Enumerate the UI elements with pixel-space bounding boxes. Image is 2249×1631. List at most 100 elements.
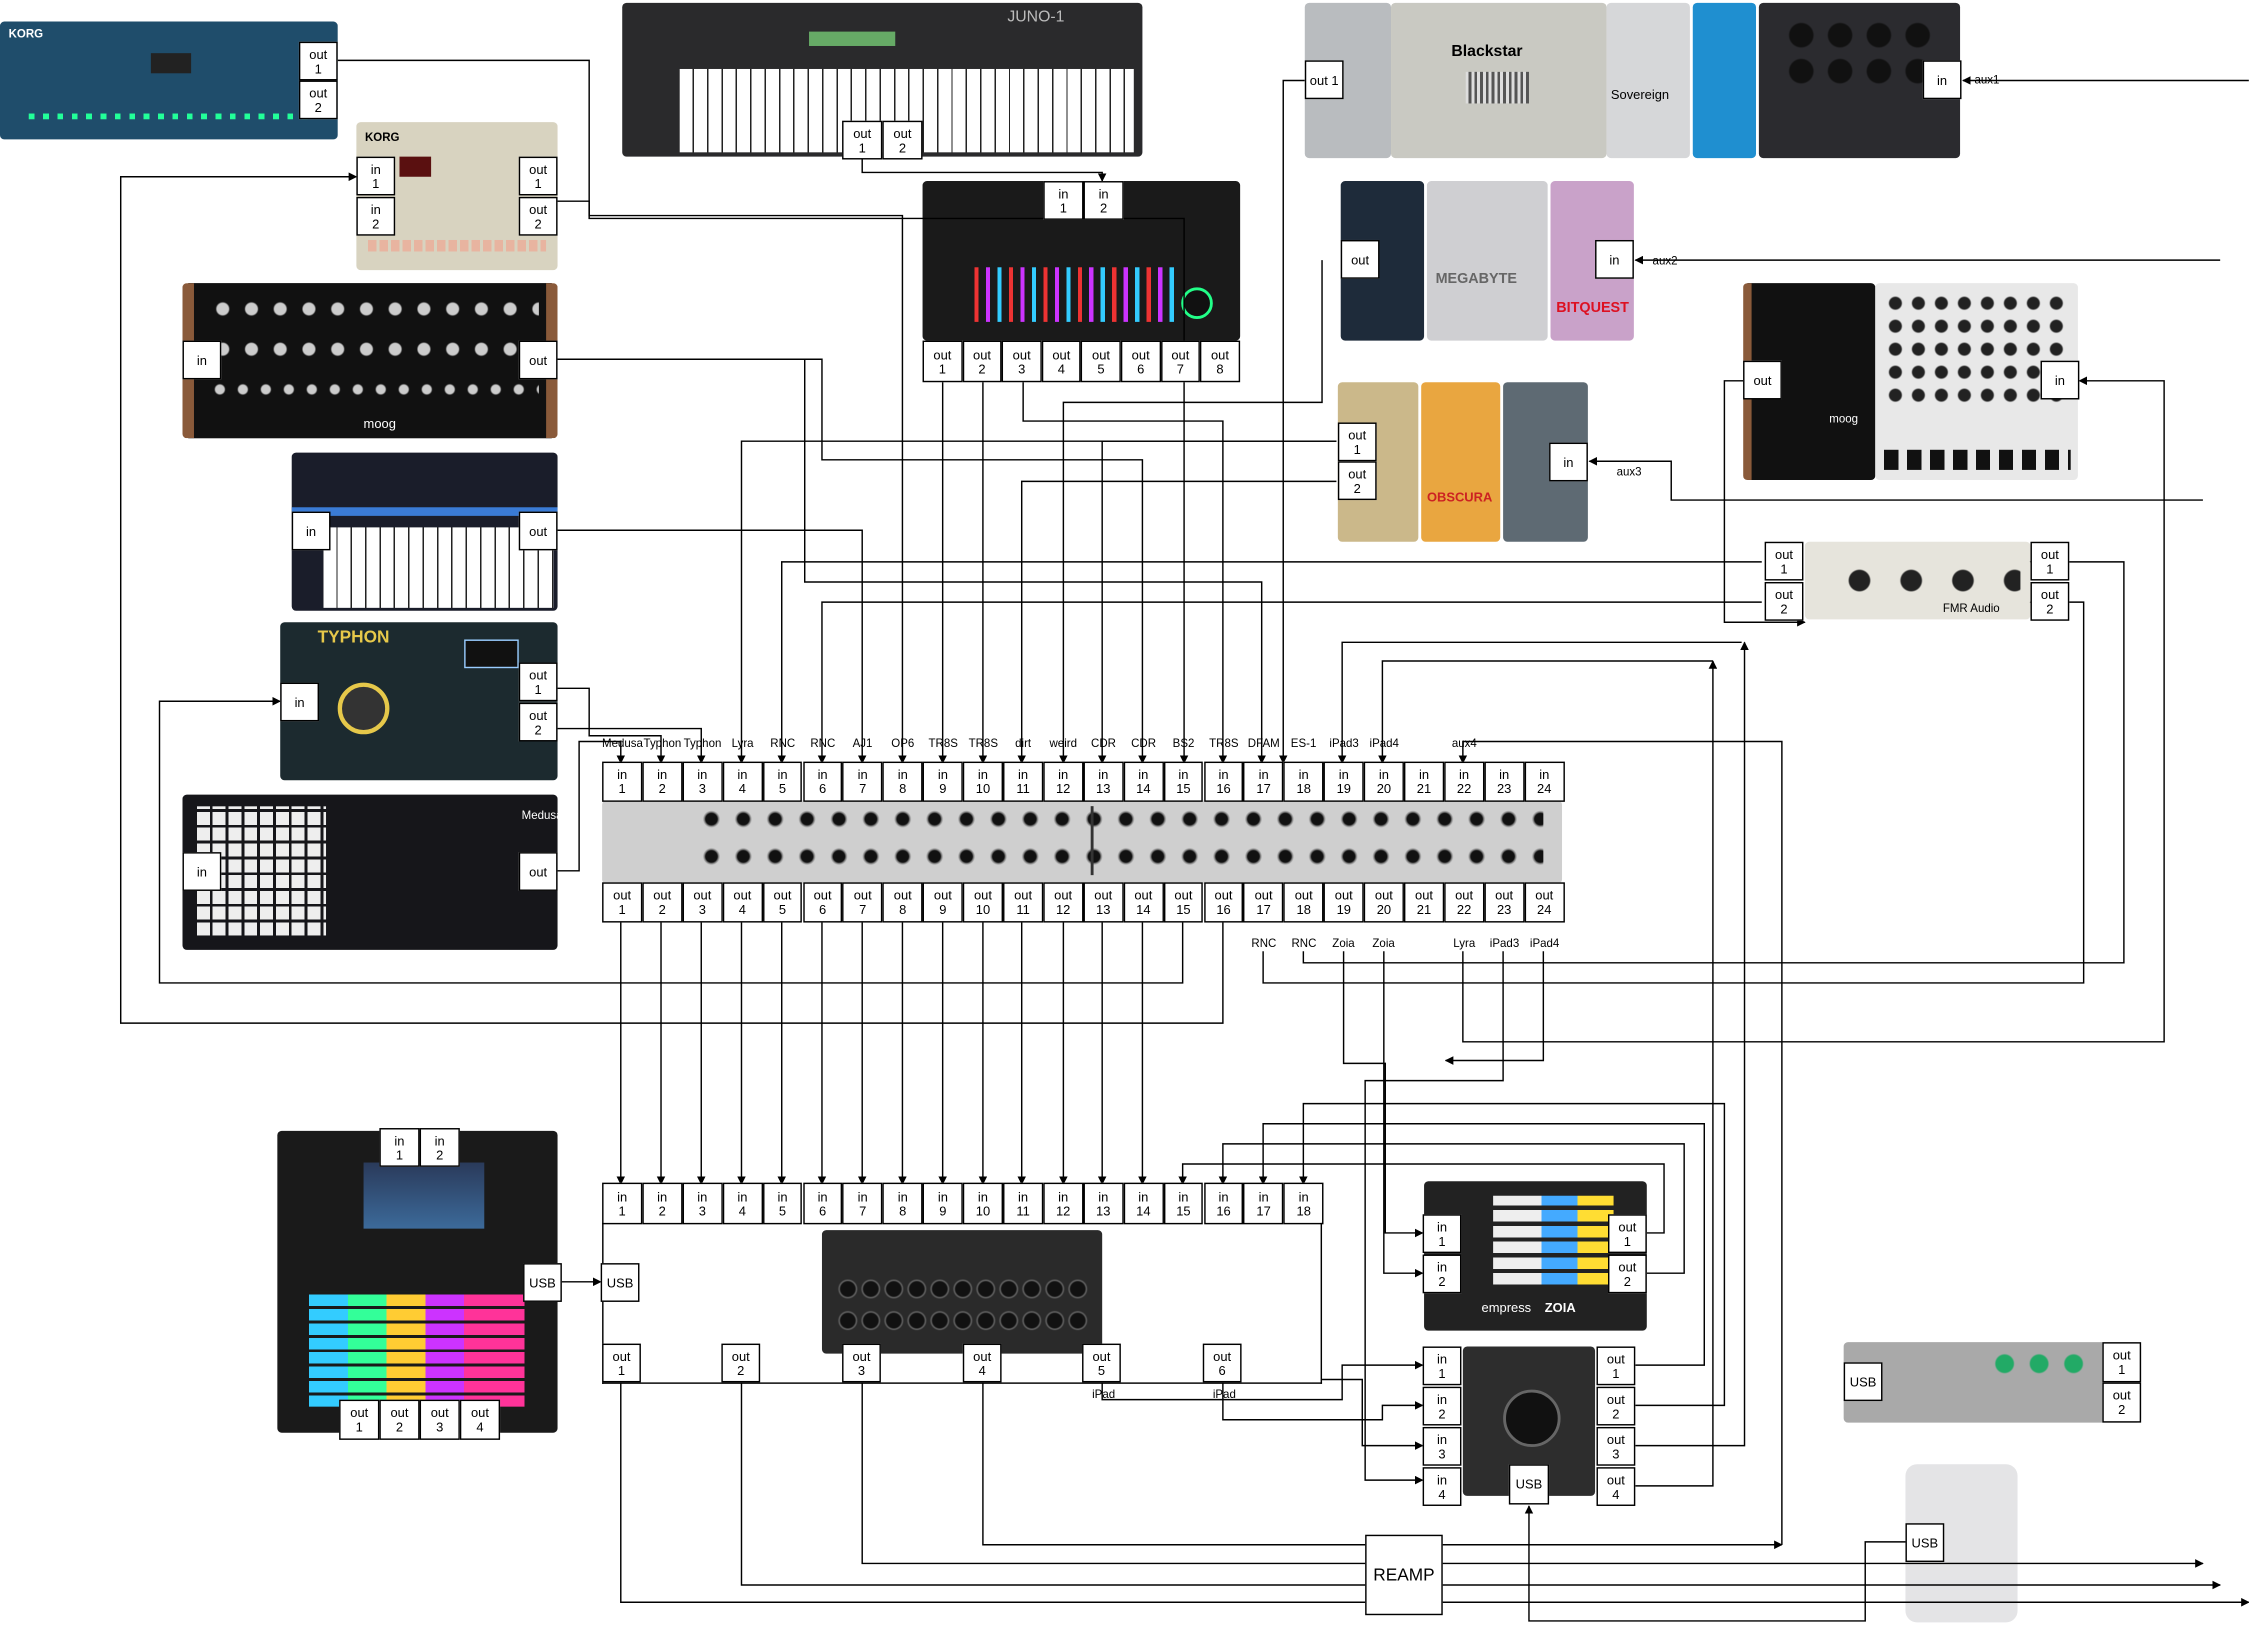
bs2-in[interactable]: in [291,511,331,551]
mixer-in-13[interactable]: in 13 [1083,1182,1124,1225]
patchbay-out-6[interactable]: out 6 [802,882,843,923]
boss-out1[interactable]: out 1 [1304,60,1344,100]
patchbay-out-1[interactable]: out 1 [602,882,643,923]
patchbay-in-3[interactable]: in 3 [682,761,723,802]
medusa-in[interactable]: in [182,852,222,891]
mixer-out6[interactable]: out 6 [1202,1343,1242,1383]
mixer-out4[interactable]: out 4 [962,1343,1002,1383]
op1-usb[interactable]: USB [1843,1362,1883,1402]
tr8s-out-4[interactable]: out 4 [1041,340,1082,383]
patchbay-in-11[interactable]: in 11 [1003,761,1044,802]
mixer-in-5[interactable]: in 5 [762,1182,803,1225]
patchbay-in-24[interactable]: in 24 [1524,761,1565,802]
mixer-in-11[interactable]: in 11 [1003,1182,1044,1225]
patchbay-out-13[interactable]: out 13 [1083,882,1124,923]
patchbay-in-5[interactable]: in 5 [762,761,803,802]
rnc-out1-right[interactable]: out 1 [2030,541,2070,581]
tr8s-out-8[interactable]: out 8 [1200,340,1240,383]
volca-out1[interactable]: out 1 [518,156,558,196]
patchbay-in-10[interactable]: in 10 [962,761,1004,802]
push-in1[interactable]: in 1 [379,1128,420,1167]
patchbay-in-9[interactable]: in 9 [922,761,963,802]
patchbay-out-3[interactable]: out 3 [682,882,723,923]
rnc-out2-right[interactable]: out 2 [2030,581,2070,621]
patchbay-out-21[interactable]: out 21 [1403,882,1445,923]
patchbay-out-23[interactable]: out 23 [1484,882,1525,923]
patchbay-out-9[interactable]: out 9 [922,882,963,923]
zoia-in1[interactable]: in 1 [1422,1214,1462,1254]
patchbay-out-24[interactable]: out 24 [1524,882,1565,923]
ka6-in2[interactable]: in 2 [1422,1386,1462,1426]
mixer-in-16[interactable]: in 16 [1203,1182,1244,1225]
tr8s-in1[interactable]: in 1 [1043,181,1084,220]
tr8s-out-3[interactable]: out 3 [1001,340,1042,383]
zoia-out1[interactable]: out 1 [1608,1214,1647,1254]
mixer-in-17[interactable]: in 17 [1243,1182,1284,1225]
patchbay-out-22[interactable]: out 22 [1444,882,1485,923]
ka6-out2[interactable]: out 2 [1596,1386,1636,1426]
lyra-out2[interactable]: out 2 [1337,461,1377,501]
lyra8-in[interactable]: in [2040,360,2080,400]
ka6-in3[interactable]: in 3 [1422,1426,1462,1466]
op1-out2[interactable]: out 2 [2102,1382,2142,1423]
patchbay-in-2[interactable]: in 2 [642,761,683,802]
patchbay-out-12[interactable]: out 12 [1043,882,1084,923]
patchbay-in-14[interactable]: in 14 [1123,761,1164,802]
tr8s-out-7[interactable]: out 7 [1160,340,1201,383]
patchbay-out-4[interactable]: out 4 [722,882,763,923]
patchbay-out-5[interactable]: out 5 [762,882,803,923]
patchbay-in-13[interactable]: in 13 [1083,761,1124,802]
push-out2[interactable]: out 2 [379,1399,420,1440]
julianna-in[interactable]: in [1549,442,1588,482]
mixer-in-7[interactable]: in 7 [842,1182,883,1225]
ipad-usb[interactable]: USB [1905,1523,1945,1563]
juno-out2[interactable]: out 2 [882,120,923,160]
mixer-out5[interactable]: out 5 [1082,1343,1121,1383]
patchbay-out-10[interactable]: out 10 [962,882,1004,923]
patchbay-out-11[interactable]: out 11 [1003,882,1044,923]
patchbay-in-15[interactable]: in 15 [1163,761,1204,802]
dfam-in[interactable]: in [182,340,222,380]
darkstar-out[interactable]: out [1340,239,1380,279]
volca-out2[interactable]: out 2 [518,196,558,236]
patchbay-out-7[interactable]: out 7 [842,882,883,923]
mixer-in-1[interactable]: in 1 [602,1182,643,1225]
patchbay-out-8[interactable]: out 8 [882,882,923,923]
lyra-out1[interactable]: out 1 [1337,422,1377,462]
ka6-usb[interactable]: USB [1508,1464,1550,1505]
mixer-in-6[interactable]: in 6 [802,1182,843,1225]
patchbay-out-2[interactable]: out 2 [642,882,683,923]
ka6-out4[interactable]: out 4 [1596,1467,1636,1506]
tr8s-out-5[interactable]: out 5 [1081,340,1121,383]
tr8s-in2[interactable]: in 2 [1083,181,1124,220]
patchbay-out-19[interactable]: out 19 [1323,882,1364,923]
typhon-out1[interactable]: out 1 [518,662,558,702]
tr8s-out-2[interactable]: out 2 [962,340,1002,383]
opsix-out2[interactable]: out 2 [298,80,338,120]
mixer-in-2[interactable]: in 2 [642,1182,683,1225]
ka6-out1[interactable]: out 1 [1596,1346,1636,1386]
juno-out1[interactable]: out 1 [842,120,883,160]
patchbay-in-20[interactable]: in 20 [1363,761,1404,802]
typhon-in[interactable]: in [280,682,320,722]
mixer-out3[interactable]: out 3 [842,1343,881,1383]
mountain-in[interactable]: in [1922,60,1962,100]
patchbay-in-19[interactable]: in 19 [1323,761,1364,802]
opsix-out1[interactable]: out 1 [298,41,338,81]
patchbay-in-12[interactable]: in 12 [1043,761,1084,802]
volca-in1[interactable]: in 1 [356,156,396,196]
patchbay-out-20[interactable]: out 20 [1363,882,1404,923]
push-out1[interactable]: out 1 [339,1399,380,1440]
patchbay-in-1[interactable]: in 1 [602,761,643,802]
mixer-usb[interactable]: USB [600,1263,640,1302]
medusa-out[interactable]: out [518,852,558,891]
mixer-in-12[interactable]: in 12 [1043,1182,1084,1225]
mixer-in-8[interactable]: in 8 [882,1182,923,1225]
patchbay-in-21[interactable]: in 21 [1403,761,1445,802]
mixer-out2[interactable]: out 2 [721,1343,761,1383]
rnc-out1-left[interactable]: out 1 [1764,541,1804,581]
patchbay-in-16[interactable]: in 16 [1203,761,1244,802]
patchbay-out-14[interactable]: out 14 [1123,882,1164,923]
mixer-out1[interactable]: out 1 [602,1343,641,1383]
push-out3[interactable]: out 3 [419,1399,460,1440]
